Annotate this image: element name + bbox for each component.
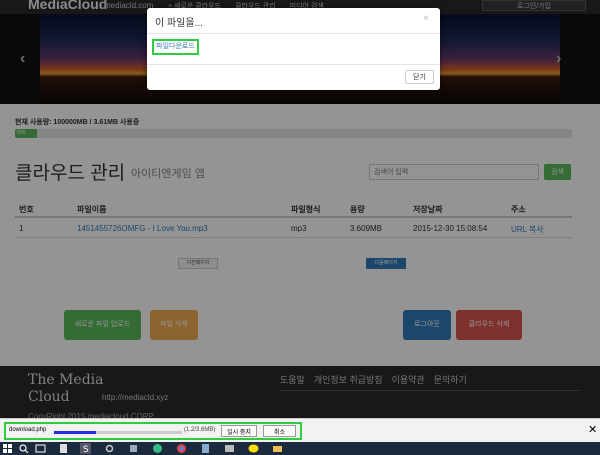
file-icon[interactable]: [58, 443, 69, 454]
modal-divider: [147, 64, 440, 65]
search-icon[interactable]: [18, 443, 29, 454]
file-action-modal: 이 파일을... × 파일다운로드 닫기: [147, 8, 440, 90]
download-progress-fill: [54, 431, 97, 434]
close-download-bar-icon[interactable]: ✕: [588, 423, 597, 436]
app-s-icon[interactable]: S: [80, 443, 91, 454]
svg-text:S: S: [83, 445, 89, 454]
notepad-icon[interactable]: [200, 443, 211, 454]
download-filename[interactable]: download.php: [9, 427, 46, 433]
download-item: download.php (1.2/3.6MB) 일시 중지 취소: [4, 422, 302, 440]
modal-header: 이 파일을... ×: [147, 8, 440, 34]
start-icon[interactable]: [2, 443, 13, 454]
pause-download-button[interactable]: 일시 중지: [221, 425, 257, 437]
chat-icon[interactable]: [248, 443, 259, 454]
download-bar: download.php (1.2/3.6MB) 일시 중지 취소 ✕: [0, 418, 600, 442]
settings-icon[interactable]: [104, 443, 115, 454]
task-view-icon[interactable]: [35, 443, 46, 454]
folder-icon[interactable]: [272, 443, 283, 454]
file-download-link[interactable]: 파일다운로드: [152, 39, 199, 55]
network-icon[interactable]: [128, 443, 139, 454]
photo-icon[interactable]: [224, 443, 235, 454]
cancel-download-button[interactable]: 취소: [263, 425, 296, 437]
modal-title: 이 파일을...: [155, 18, 203, 29]
download-size: (1.2/3.6MB): [184, 427, 216, 433]
browser-icon[interactable]: [152, 443, 163, 454]
modal-close-button[interactable]: 닫기: [405, 70, 434, 84]
download-progress-bar: [54, 431, 182, 434]
close-icon[interactable]: ×: [423, 13, 429, 24]
chrome-icon[interactable]: [176, 443, 187, 454]
os-taskbar: S: [0, 442, 600, 455]
